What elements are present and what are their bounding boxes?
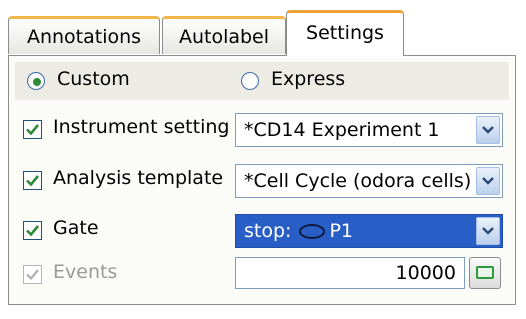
gate-value: stop: P1 [244,220,353,242]
gate-prefix: stop: [244,220,292,242]
instrument-setting-dropdown[interactable]: *CD14 Experiment 1 [235,113,503,147]
checkmark-icon [26,269,39,281]
dropdown-arrow-button[interactable] [476,167,500,195]
gate-name: P1 [329,220,353,242]
custom-radio[interactable] [27,72,45,90]
chevron-down-icon [482,227,494,235]
tab-settings-label: Settings [306,22,384,44]
tab-annotations-label: Annotations [26,26,142,48]
custom-radio-label[interactable]: Custom [57,68,130,90]
tab-autolabel-label: Autolabel [178,26,270,48]
events-input[interactable]: 10000 [235,257,465,289]
checkmark-icon [26,225,40,237]
chevron-down-icon [482,177,494,185]
events-button[interactable] [469,257,501,289]
instrument-setting-label: Instrument setting [53,116,230,138]
settings-panel: Custom Express Instrument setting *CD14 … [8,55,516,305]
events-value: 10000 [395,262,456,284]
chevron-down-icon [482,126,494,134]
analysis-template-checkbox[interactable] [23,171,42,190]
battery-icon [476,266,494,279]
tab-bar: Annotations Autolabel Settings [8,10,518,56]
events-checkbox [23,265,42,284]
ellipse-gate-icon [299,224,326,239]
analysis-template-label: Analysis template [53,167,224,189]
gate-dropdown[interactable]: stop: P1 [235,214,503,248]
dropdown-arrow-button[interactable] [476,116,500,144]
tab-annotations[interactable]: Annotations [8,16,160,54]
radio-selected-dot [33,78,41,86]
mode-group: Custom Express [15,62,509,100]
instrument-setting-value: *CD14 Experiment 1 [244,119,440,141]
dropdown-arrow-button[interactable] [476,217,500,245]
analysis-template-dropdown[interactable]: *Cell Cycle (odora cells) [235,164,503,198]
analysis-template-value: *Cell Cycle (odora cells) [244,170,472,192]
express-radio-label[interactable]: Express [271,68,345,90]
tab-settings[interactable]: Settings [286,10,404,56]
checkmark-icon [26,124,40,136]
events-label: Events [53,261,118,283]
gate-label: Gate [53,217,99,239]
express-radio[interactable] [241,72,259,90]
instrument-setting-checkbox[interactable] [23,120,42,139]
tab-autolabel[interactable]: Autolabel [162,16,286,54]
gate-checkbox[interactable] [23,221,42,240]
checkmark-icon [26,175,40,187]
